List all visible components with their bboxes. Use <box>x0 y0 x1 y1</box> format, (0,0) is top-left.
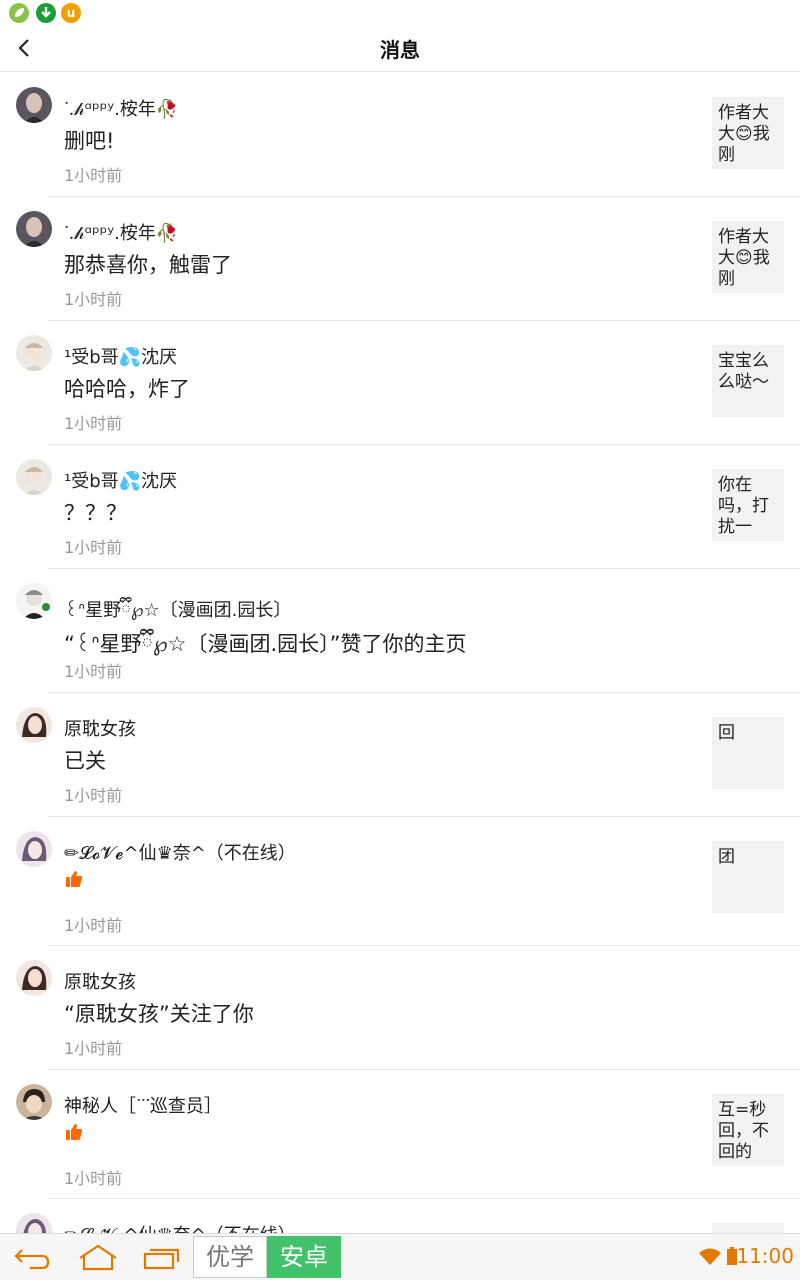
sender-name: ✏𝓛𝓸𝓥𝓮^仙♛奈^（不在线） <box>64 843 296 864</box>
wifi-icon <box>699 1248 721 1265</box>
brand-right-text: 安卓 <box>267 1236 341 1278</box>
message-item[interactable]: ¹受b哥💦沈厌 哈哈哈，炸了 1小时前 宝宝么么哒～ <box>0 321 800 445</box>
status-bar: u <box>0 0 800 24</box>
nav-back-button[interactable] <box>10 1242 54 1272</box>
message-list[interactable]: ᐝ.𝒽ᵅᵖᵖʸ.桉年🥀 删吧! 1小时前 作者大大😊我刚 ᐝ.𝒽ᵅᵖᵖʸ.桉年🥀… <box>0 73 800 1233</box>
message-item[interactable]: ꒰ᐢ星野ྀི℘☆〔漫画团.园长〕 “꒰ᐢ星野ྀི℘☆〔漫画团.园长〕”赞了你的主… <box>0 569 800 693</box>
header: 消息 <box>0 24 800 72</box>
message-content: 哈哈哈，炸了 <box>64 377 190 401</box>
post-preview[interactable]: 作者大大😊我刚 <box>712 97 784 169</box>
message-item[interactable]: ¹受b哥💦沈厌 ？？？ 1小时前 你在吗，打扰一 <box>0 445 800 569</box>
sender-name: 原耽女孩 <box>64 972 136 993</box>
home-icon <box>79 1244 117 1271</box>
clock: 11:00 <box>736 1244 794 1268</box>
avatar[interactable] <box>16 583 52 619</box>
message-item[interactable]: 神秘人［ᐝᐝᐝ巡查员］ 1小时前 互=秒回，不回的 <box>0 1070 800 1199</box>
post-preview[interactable]: 宝宝么么哒～ <box>712 345 784 417</box>
message-time: 1小时前 <box>64 662 123 681</box>
thumbs-up-icon <box>66 1124 83 1140</box>
avatar[interactable] <box>16 87 52 123</box>
message-time: 1小时前 <box>64 1039 123 1058</box>
message-item[interactable]: 原耽女孩 已关 1小时前 回 <box>0 693 800 817</box>
post-preview[interactable]: 团 <box>712 841 784 913</box>
message-content <box>64 1122 84 1147</box>
message-time: 1小时前 <box>64 166 123 185</box>
sender-name: ¹受b哥💦沈厌 <box>64 471 178 492</box>
download-icon <box>36 3 56 23</box>
message-time: 1小时前 <box>64 786 123 805</box>
nav-recents-button[interactable] <box>140 1242 184 1272</box>
message-time: 1小时前 <box>64 414 123 433</box>
navigation-bar: 优学 安卓 11:00 <box>0 1233 800 1280</box>
recents-icon <box>143 1248 180 1270</box>
message-content: ？？？ <box>64 501 127 525</box>
sender-name: ¹受b哥💦沈厌 <box>64 347 178 368</box>
avatar[interactable] <box>16 1213 52 1233</box>
message-item[interactable]: ✏𝓛𝓸𝓥𝓮^仙♛奈^（不在线） 1小时前 团 <box>0 817 800 946</box>
avatar[interactable] <box>16 459 52 495</box>
sender-name: ᐝ.𝒽ᵅᵖᵖʸ.桉年🥀 <box>64 223 179 244</box>
sender-name: 神秘人［ᐝᐝᐝ巡查员］ <box>64 1096 222 1117</box>
message-item[interactable]: ✏𝓛𝓸𝓥𝓮^仙♛奈^（不在线） <box>0 1199 800 1233</box>
u-app-icon: u <box>61 3 81 23</box>
post-preview[interactable] <box>712 1223 784 1233</box>
post-preview[interactable]: 互=秒回，不回的 <box>712 1094 784 1166</box>
post-preview[interactable]: 你在吗，打扰一 <box>712 469 784 541</box>
sender-name: 原耽女孩 <box>64 719 136 740</box>
avatar[interactable] <box>16 1084 52 1120</box>
post-preview[interactable]: 回 <box>712 717 784 789</box>
message-time: 1小时前 <box>64 916 123 935</box>
page-title: 消息 <box>380 38 420 62</box>
sender-name: ᐝ.𝒽ᵅᵖᵖʸ.桉年🥀 <box>64 99 179 120</box>
thumbs-up-icon <box>66 871 83 887</box>
leaf-app-icon <box>9 3 29 23</box>
message-content: “꒰ᐢ星野ྀི℘☆〔漫画团.园长〕”赞了你的主页 <box>64 632 467 656</box>
avatar[interactable] <box>16 211 52 247</box>
nav-home-button[interactable] <box>76 1242 120 1272</box>
back-arrow-icon <box>14 1249 50 1270</box>
message-item[interactable]: ᐝ.𝒽ᵅᵖᵖʸ.桉年🥀 删吧! 1小时前 作者大大😊我刚 <box>0 73 800 197</box>
message-time: 1小时前 <box>64 538 123 557</box>
message-content <box>64 869 84 894</box>
message-content: “原耽女孩”关注了你 <box>64 1002 254 1026</box>
message-content: 删吧! <box>64 129 115 153</box>
avatar[interactable] <box>16 335 52 371</box>
message-item[interactable]: ᐝ.𝒽ᵅᵖᵖʸ.桉年🥀 那恭喜你，触雷了 1小时前 作者大大😊我刚 <box>0 197 800 321</box>
brand-logo: 优学 安卓 <box>193 1236 341 1278</box>
avatar[interactable] <box>16 960 52 996</box>
sender-name: ✏𝓛𝓸𝓥𝓮^仙♛奈^（不在线） <box>64 1221 296 1233</box>
avatar[interactable] <box>16 707 52 743</box>
avatar[interactable] <box>16 831 52 867</box>
message-content: 已关 <box>64 749 106 773</box>
message-time: 1小时前 <box>64 1169 123 1188</box>
message-item[interactable]: 原耽女孩 “原耽女孩”关注了你 1小时前 <box>0 946 800 1070</box>
message-time: 1小时前 <box>64 290 123 309</box>
message-content: 那恭喜你，触雷了 <box>64 253 232 277</box>
brand-left-text: 优学 <box>193 1236 267 1278</box>
post-preview[interactable]: 作者大大😊我刚 <box>712 221 784 293</box>
